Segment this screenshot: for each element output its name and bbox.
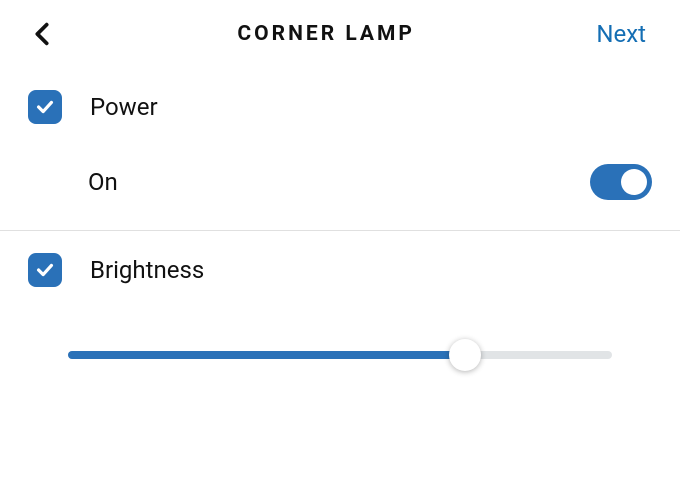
- brightness-label: Brightness: [90, 256, 204, 284]
- power-toggle[interactable]: [590, 164, 652, 200]
- page-title: CORNER LAMP: [56, 22, 596, 46]
- power-row: Power: [28, 68, 652, 146]
- brightness-section: Brightness: [0, 231, 680, 371]
- brightness-row: Brightness: [28, 231, 652, 309]
- power-section: Power On: [0, 68, 680, 230]
- check-icon: [34, 96, 56, 118]
- next-button[interactable]: Next: [596, 20, 646, 48]
- power-state-label: On: [88, 168, 118, 196]
- brightness-checkbox[interactable]: [28, 253, 62, 287]
- slider-fill: [68, 351, 465, 359]
- brightness-slider-row: [28, 309, 652, 371]
- check-icon: [34, 259, 56, 281]
- toggle-knob: [621, 169, 647, 195]
- slider-thumb[interactable]: [449, 339, 481, 371]
- header: CORNER LAMP Next: [0, 0, 680, 68]
- brightness-slider[interactable]: [68, 339, 612, 371]
- power-checkbox[interactable]: [28, 90, 62, 124]
- power-state-row: On: [28, 146, 652, 230]
- back-icon[interactable]: [28, 20, 56, 48]
- power-label: Power: [90, 93, 158, 121]
